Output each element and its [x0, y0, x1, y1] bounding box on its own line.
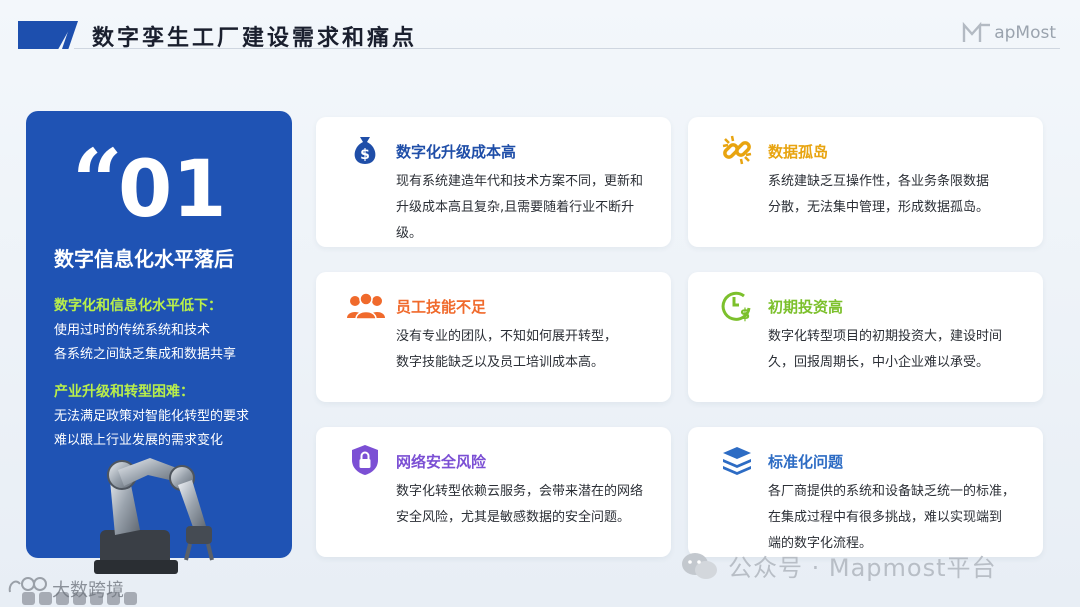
brand-logo: apMost [962, 22, 1056, 44]
card-line: 数字化转型依赖云服务，会带来潜在的网络 [396, 484, 644, 499]
pain-point-card-investment: $ 初期投资高 数字化转型项目的初期投资大，建设时间 久，回报周期长，中小企业难… [688, 272, 1043, 402]
pain-point-card-skills: 员工技能不足 没有专业的团队，不知如何展开转型， 数字技能缺乏以及员工培训成本高… [316, 272, 671, 402]
summary-title: 数字信息化水平落后 [54, 247, 234, 271]
card-body: 数字化转型项目的初期投资大，建设时间 久，回报周期长，中小企业难以承受。 [768, 324, 1032, 376]
card-body: 现有系统建造年代和技术方案不同，更新和 升级成本高且复杂,且需要随着行业不断升级… [396, 169, 660, 247]
card-title: 初期投资高 [768, 298, 844, 316]
pen-icon[interactable] [39, 592, 52, 605]
card-line: 升级成本高且复杂,且需要随着行业不断升级。 [396, 200, 635, 241]
stack-icon [723, 447, 751, 475]
menu-icon[interactable] [107, 592, 120, 605]
card-body: 没有专业的团队，不知如何展开转型， 数字技能缺乏以及员工培训成本高。 [396, 324, 660, 376]
card-line: 久，回报周期长，中小企业难以承受。 [768, 355, 990, 370]
card-body: 各厂商提供的系统和设备缺乏统一的标准， 在集成过程中有很多挑战，难以实现端到 端… [768, 479, 1032, 557]
section-number: 01 [118, 145, 227, 235]
card-line: 安全风险，尤其是敏感数据的安全问题。 [396, 510, 631, 525]
card-line: 数字化转型项目的初期投资大，建设时间 [768, 329, 1003, 344]
watermark-text: 公众号 · Mapmost平台 [728, 554, 997, 582]
shield-lock-icon [352, 445, 378, 475]
brand-name: apMost [994, 23, 1056, 43]
card-body: 数字化转型依赖云服务，会带来潜在的网络 安全风险，尤其是敏感数据的安全问题。 [396, 479, 660, 531]
summary-heading-1: 数字化和信息化水平低下： [54, 298, 222, 314]
card-line: 现有系统建造年代和技术方案不同，更新和 [396, 174, 644, 189]
card-line: 各厂商提供的系统和设备缺乏统一的标准， [768, 484, 1016, 499]
header: 数字孪生工厂建设需求和痛点 apMost [0, 0, 1080, 60]
card-title: 网络安全风险 [396, 453, 487, 471]
card-line: 数字技能缺乏以及员工培训成本高。 [396, 355, 605, 370]
card-line: 分散，无法集中管理，形成数据孤岛。 [768, 200, 990, 215]
pain-point-card-standards: 标准化问题 各厂商提供的系统和设备缺乏统一的标准， 在集成过程中有很多挑战，难以… [688, 427, 1043, 557]
quote-mark: “ [72, 129, 123, 233]
clock-dollar-icon: $ [721, 291, 751, 322]
card-line: 在集成过程中有很多挑战，难以实现端到 [768, 510, 1003, 525]
card-title: 数据孤岛 [768, 143, 829, 161]
header-divider [74, 48, 1060, 49]
money-bag-icon: $ [354, 137, 376, 164]
robot-arm-illustration [94, 458, 214, 574]
slide-toolbar [22, 592, 137, 605]
wechat-icon [682, 552, 717, 579]
card-title: 数字化升级成本高 [396, 143, 517, 161]
grid-icon[interactable] [73, 592, 86, 605]
zoom-icon[interactable] [56, 592, 69, 605]
svg-text:$: $ [740, 305, 750, 322]
next-icon[interactable] [124, 592, 137, 605]
pain-point-card-security: 网络安全风险 数字化转型依赖云服务，会带来潜在的网络 安全风险，尤其是敏感数据的… [316, 427, 671, 557]
card-line: 没有专业的团队，不知如何展开转型， [396, 329, 618, 344]
card-title: 标准化问题 [768, 453, 844, 471]
team-icon [347, 292, 385, 320]
card-line: 系统建缺乏互操作性，各业务条限数据 [768, 174, 990, 189]
broken-link-icon [722, 135, 752, 165]
prev-icon[interactable] [22, 592, 35, 605]
pain-point-card-cost: $ 数字化升级成本高 现有系统建造年代和技术方案不同，更新和 升级成本高且复杂,… [316, 117, 671, 247]
svg-text:$: $ [360, 147, 370, 163]
pointer-icon[interactable] [90, 592, 103, 605]
watermark: 公众号 · Mapmost平台 [680, 548, 997, 583]
pain-point-card-data-silo: 数据孤岛 系统建缺乏互操作性，各业务条限数据 分散，无法集中管理，形成数据孤岛。 [688, 117, 1043, 247]
card-title: 员工技能不足 [396, 298, 487, 316]
mapmost-logo-icon [962, 22, 991, 42]
card-body: 系统建缺乏互操作性，各业务条限数据 分散，无法集中管理，形成数据孤岛。 [768, 169, 1032, 221]
